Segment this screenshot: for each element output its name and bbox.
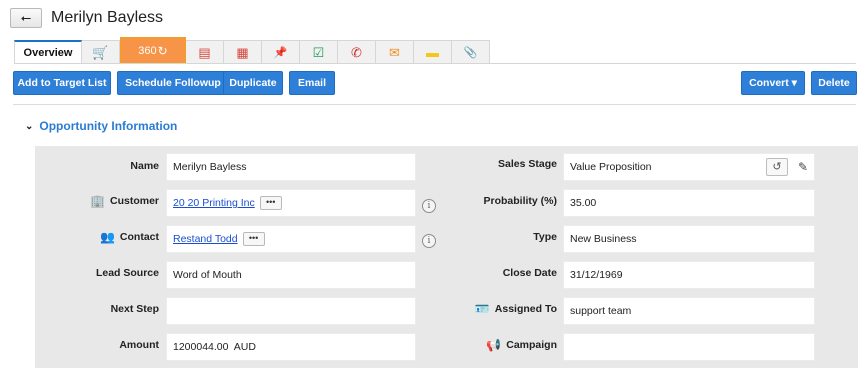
chevron-down-icon[interactable]: ⌄: [25, 121, 33, 132]
info-icon[interactable]: i: [422, 199, 436, 213]
lead-source-label: Lead Source: [95, 267, 159, 279]
tab-360[interactable]: 360 ↻: [120, 37, 186, 64]
contact-link[interactable]: Restand Todd: [173, 233, 238, 245]
customer-label: 🏢 Customer: [90, 194, 159, 208]
tab-bar: Overview 🛒 360 ↻ ▤ ▦ 📌 ☑ ✆ ✉ ▬ 📎: [14, 37, 532, 64]
sales-stage-label: Sales Stage: [498, 158, 557, 170]
tab-calls[interactable]: ✆: [338, 40, 376, 64]
tab-tasks[interactable]: ☑: [300, 40, 338, 64]
mail-icon: ✉: [389, 44, 400, 60]
close-date-field[interactable]: 31/12/1969: [563, 261, 815, 289]
megaphone-icon: 📢: [486, 338, 502, 352]
tab-pins[interactable]: 📌: [262, 40, 300, 64]
tab-attachments[interactable]: 📎: [452, 40, 490, 64]
contact-field: Restand Todd •••: [166, 225, 416, 253]
duplicate-button[interactable]: Duplicate: [223, 71, 283, 95]
tab-divider: [14, 63, 856, 64]
note-icon: ▬: [426, 45, 439, 60]
add-to-target-list-button[interactable]: Add to Target List: [13, 71, 111, 95]
tab-overview[interactable]: Overview: [14, 40, 82, 64]
back-button[interactable]: ⭠: [10, 8, 42, 28]
assigned-to-label: 🪪 Assigned To: [474, 302, 557, 316]
contact-icon: 👥: [99, 230, 115, 244]
assigned-to-field[interactable]: support team: [563, 297, 815, 325]
campaign-label: 📢 Campaign: [486, 338, 557, 352]
details-panel: Name Merilyn Bayless 🏢 Customer 20 20 Pr…: [35, 146, 858, 368]
back-arrow-icon: ⭠: [20, 10, 32, 25]
probability-label: Probability (%): [483, 195, 557, 207]
contact-label: 👥 Contact: [99, 230, 159, 244]
probability-field[interactable]: 35.00: [563, 189, 815, 217]
tab-emails[interactable]: ✉: [376, 40, 414, 64]
calendar-icon: ▦: [236, 44, 249, 60]
action-bar: Add to Target List Schedule Followup Dup…: [13, 71, 857, 95]
pencil-icon[interactable]: ✎: [798, 160, 808, 174]
contact-more-button[interactable]: •••: [242, 232, 265, 246]
name-label: Name: [130, 160, 159, 172]
customer-link[interactable]: 20 20 Printing Inc: [173, 197, 255, 209]
type-label: Type: [533, 231, 557, 243]
cart-icon: 🛒: [92, 44, 109, 60]
section-header[interactable]: ⌄ Opportunity Information: [25, 119, 177, 133]
schedule-followup-button[interactable]: Schedule Followup: [117, 71, 229, 95]
tab-notes[interactable]: ▬: [414, 40, 452, 64]
quote-icon: ▤: [198, 44, 211, 60]
next-step-label: Next Step: [110, 303, 159, 315]
tab-products[interactable]: 🛒: [82, 40, 120, 64]
delete-button[interactable]: Delete: [811, 71, 857, 95]
customer-more-button[interactable]: •••: [259, 196, 282, 210]
id-card-icon: 🪪: [474, 302, 490, 316]
name-field[interactable]: Merilyn Bayless: [166, 153, 416, 181]
tab-quotes[interactable]: ▤: [186, 40, 224, 64]
header: ⭠ Merilyn Bayless: [10, 7, 163, 29]
pin-icon: 📌: [273, 47, 288, 59]
info-icon[interactable]: i: [422, 234, 436, 248]
sales-stage-field[interactable]: Value Proposition ↺ ✎: [563, 153, 815, 181]
building-icon: 🏢: [90, 194, 105, 208]
customer-field: 20 20 Printing Inc •••: [166, 189, 416, 217]
history-icon[interactable]: ↺: [766, 158, 788, 176]
convert-button[interactable]: Convert ▾: [741, 71, 805, 95]
type-field[interactable]: New Business: [563, 225, 815, 253]
page-title: Merilyn Bayless: [51, 9, 164, 26]
next-step-field[interactable]: [166, 297, 416, 325]
tab-calendar[interactable]: ▦: [224, 40, 262, 64]
amount-label: Amount: [119, 339, 159, 351]
close-date-label: Close Date: [502, 267, 557, 279]
call-icon: ✆: [351, 44, 362, 60]
task-icon: ☑: [312, 44, 325, 60]
refresh-360-icon: ↻: [157, 43, 168, 58]
attachment-icon: 📎: [463, 47, 478, 59]
campaign-field[interactable]: [563, 333, 815, 361]
amount-field[interactable]: 1200044.00 AUD: [166, 333, 416, 361]
lead-source-field[interactable]: Word of Mouth: [166, 261, 416, 289]
section-title: Opportunity Information: [39, 119, 178, 133]
email-button[interactable]: Email: [289, 71, 335, 95]
section-divider: [13, 104, 856, 105]
